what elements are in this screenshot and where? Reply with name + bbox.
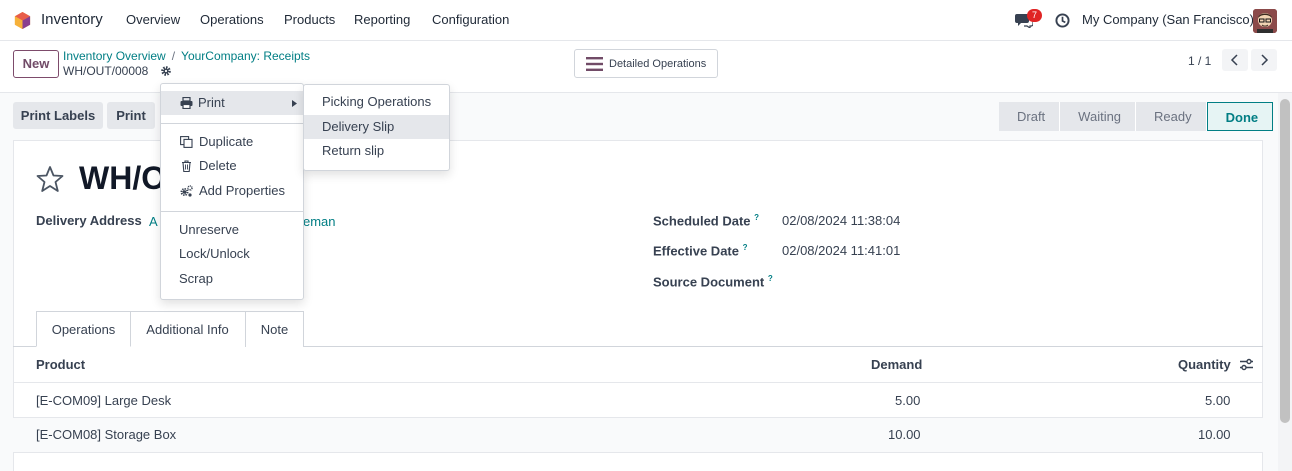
help-icon[interactable]: ? bbox=[768, 274, 773, 283]
user-avatar[interactable] bbox=[1253, 9, 1277, 33]
cogs-icon bbox=[180, 185, 193, 197]
chevron-right-icon bbox=[1261, 54, 1269, 66]
new-button[interactable]: New bbox=[13, 50, 59, 78]
column-product[interactable]: Product bbox=[36, 357, 85, 372]
breadcrumb-separator: / bbox=[171, 49, 176, 63]
submenu-delivery-slip[interactable]: Delivery Slip bbox=[304, 115, 449, 139]
breadcrumb-inventory-overview[interactable]: Inventory Overview bbox=[63, 49, 166, 63]
table-row-divider bbox=[13, 452, 1263, 453]
record-title: WH/O bbox=[79, 160, 167, 196]
status-ready[interactable]: Ready bbox=[1136, 102, 1207, 131]
tab-additional-info[interactable]: Additional Info bbox=[130, 311, 246, 347]
menu-item-scrap[interactable]: Scrap bbox=[161, 267, 303, 291]
menu-item-print-label: Print bbox=[198, 95, 225, 110]
menu-item-unreserve[interactable]: Unreserve bbox=[161, 218, 303, 242]
menu-products[interactable]: Products bbox=[284, 12, 335, 27]
action-dropdown-menu: Print Duplicate Delete Add Properties Un… bbox=[160, 83, 304, 300]
menu-item-lock-unlock-label: Lock/Unlock bbox=[179, 246, 250, 261]
tab-operations[interactable]: Operations bbox=[36, 311, 131, 347]
pager-previous-button[interactable] bbox=[1222, 49, 1248, 71]
inventory-app-icon[interactable] bbox=[13, 11, 32, 30]
source-document-label-text: Source Document bbox=[653, 274, 765, 290]
print-labels-button[interactable]: Print Labels bbox=[13, 102, 103, 129]
menu-configuration[interactable]: Configuration bbox=[432, 12, 509, 27]
quantity-cell[interactable]: 10.00 bbox=[1198, 427, 1231, 442]
current-record-name: WH/OUT/00008 bbox=[63, 64, 149, 78]
scrollbar-thumb[interactable] bbox=[1280, 99, 1290, 423]
menu-separator bbox=[161, 211, 303, 212]
trash-icon bbox=[182, 160, 191, 172]
scheduled-date-label-text: Scheduled Date bbox=[653, 213, 751, 229]
menu-reporting[interactable]: Reporting bbox=[354, 12, 410, 27]
menu-item-delete[interactable]: Delete bbox=[161, 154, 303, 178]
copy-icon bbox=[180, 136, 193, 148]
table-row-divider bbox=[13, 417, 1263, 418]
help-icon[interactable]: ? bbox=[743, 243, 748, 252]
menu-item-duplicate[interactable]: Duplicate bbox=[161, 130, 303, 154]
chat-count-badge: 7 bbox=[1027, 9, 1042, 22]
menu-overview[interactable]: Overview bbox=[126, 12, 180, 27]
top-navbar: Inventory Overview Operations Products R… bbox=[0, 0, 1292, 41]
effective-date-value: 02/08/2024 11:41:01 bbox=[782, 243, 901, 258]
menu-item-duplicate-label: Duplicate bbox=[199, 134, 254, 149]
menu-operations[interactable]: Operations bbox=[200, 12, 264, 27]
tab-note[interactable]: Note bbox=[245, 311, 304, 347]
column-quantity[interactable]: Quantity bbox=[1178, 357, 1231, 372]
menu-item-scrap-label: Scrap bbox=[179, 271, 213, 286]
breadcrumb: Inventory Overview / YourCompany: Receipts bbox=[63, 49, 310, 63]
detailed-operations-label: Detailed Operations bbox=[609, 58, 707, 70]
pager-value[interactable]: 1 / 1 bbox=[1188, 54, 1211, 68]
company-switcher[interactable]: My Company (San Francisco) bbox=[1082, 12, 1254, 27]
menu-item-delete-label: Delete bbox=[199, 158, 237, 173]
status-done[interactable]: Done bbox=[1206, 102, 1274, 131]
status-draft[interactable]: Draft bbox=[999, 102, 1061, 131]
status-bar: Draft Waiting Ready Done bbox=[999, 102, 1274, 131]
chevron-left-icon bbox=[1230, 54, 1238, 66]
column-demand[interactable]: Demand bbox=[871, 357, 922, 372]
menu-item-unreserve-label: Unreserve bbox=[179, 222, 239, 237]
quantity-cell[interactable]: 5.00 bbox=[1205, 393, 1230, 408]
delivery-address-value-start[interactable]: A bbox=[149, 214, 158, 229]
product-cell[interactable]: [E-COM09] Large Desk bbox=[36, 393, 171, 408]
gear-icon[interactable] bbox=[160, 65, 172, 77]
product-cell[interactable]: [E-COM08] Storage Box bbox=[36, 427, 176, 442]
print-submenu: Picking Operations Delivery Slip Return … bbox=[303, 84, 450, 171]
submenu-return-slip[interactable]: Return slip bbox=[304, 139, 449, 163]
avatar-face-icon bbox=[1253, 9, 1277, 33]
submenu-picking-operations[interactable]: Picking Operations bbox=[304, 90, 449, 114]
effective-date-label: Effective Date ? bbox=[653, 243, 748, 258]
table-header-divider bbox=[13, 382, 1263, 383]
source-document-label: Source Document ? bbox=[653, 274, 773, 289]
table-row-background bbox=[13, 418, 1263, 452]
list-icon bbox=[586, 57, 603, 71]
menu-item-add-properties-label: Add Properties bbox=[199, 183, 285, 198]
effective-date-label-text: Effective Date bbox=[653, 243, 739, 259]
status-waiting[interactable]: Waiting bbox=[1060, 102, 1137, 131]
print-button[interactable]: Print bbox=[107, 102, 155, 129]
demand-cell[interactable]: 5.00 bbox=[895, 393, 920, 408]
detailed-operations-button[interactable]: Detailed Operations bbox=[574, 49, 718, 78]
column-settings-icon[interactable] bbox=[1240, 358, 1253, 371]
breadcrumb-receipts[interactable]: YourCompany: Receipts bbox=[181, 49, 310, 63]
help-icon[interactable]: ? bbox=[754, 213, 759, 222]
scheduled-date-label: Scheduled Date ? bbox=[653, 213, 759, 228]
demand-cell[interactable]: 10.00 bbox=[888, 427, 921, 442]
app-name[interactable]: Inventory bbox=[41, 11, 103, 28]
printer-icon bbox=[180, 97, 193, 109]
menu-item-add-properties[interactable]: Add Properties bbox=[161, 179, 303, 203]
delivery-address-label: Delivery Address bbox=[36, 213, 142, 228]
scheduled-date-value[interactable]: 02/08/2024 11:38:04 bbox=[782, 213, 900, 228]
menu-item-print[interactable]: Print bbox=[161, 91, 303, 115]
pager-next-button[interactable] bbox=[1251, 49, 1277, 71]
delivery-address-value-end[interactable]: eman bbox=[303, 214, 336, 229]
menu-item-lock-unlock[interactable]: Lock/Unlock bbox=[161, 242, 303, 266]
menu-separator bbox=[161, 123, 303, 124]
caret-right-icon bbox=[292, 100, 297, 107]
activity-clock-icon[interactable] bbox=[1055, 13, 1070, 28]
star-icon[interactable] bbox=[36, 165, 64, 193]
